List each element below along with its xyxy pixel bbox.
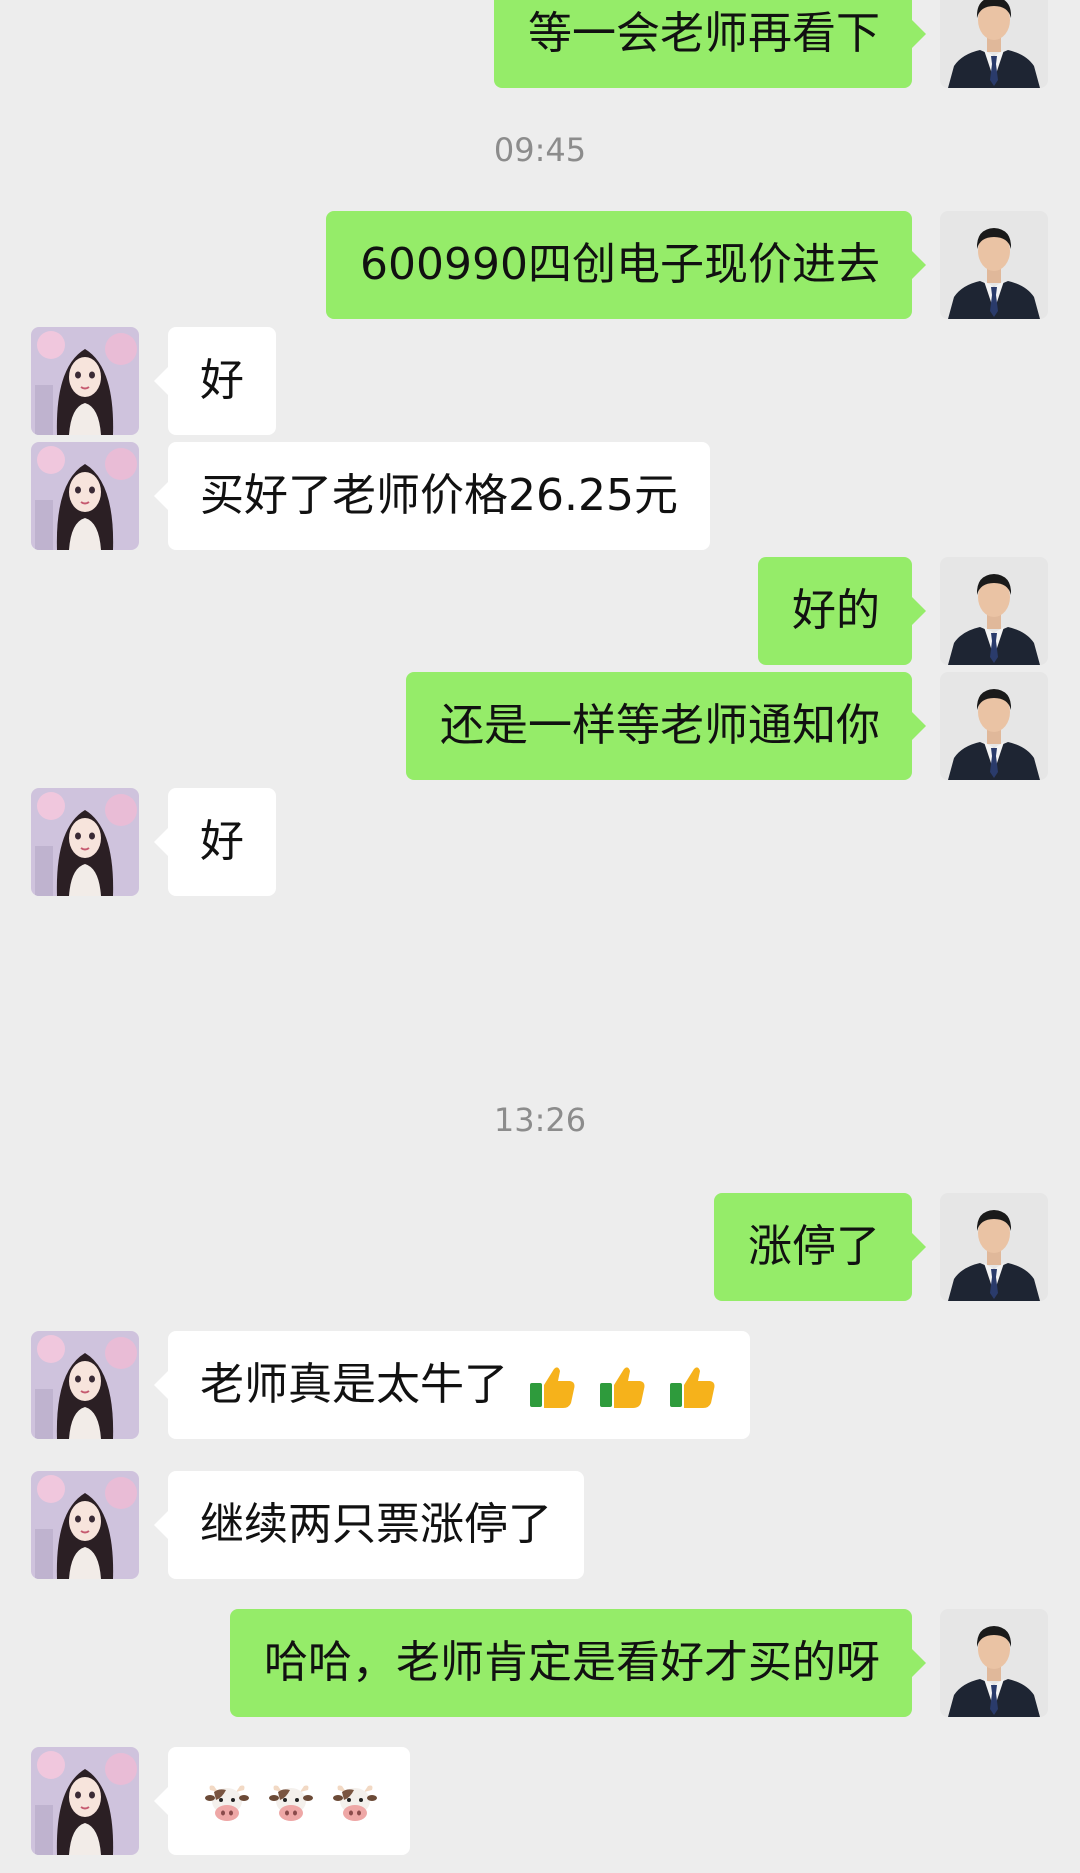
contact-avatar-client[interactable]: [31, 788, 139, 896]
cow-face-icon: [332, 1780, 378, 1826]
message-bubble-sent[interactable]: 哈哈，老师肯定是看好才买的呀: [230, 1609, 926, 1717]
message-bubble-sent[interactable]: 600990四创电子现价进去: [326, 211, 926, 319]
man-in-suit-avatar-icon: [940, 0, 1048, 88]
message-bubble-received[interactable]: 老师真是太牛了: [154, 1331, 750, 1439]
thumbs-up-icon: [666, 1361, 718, 1413]
message-text: 好: [200, 816, 244, 867]
contact-avatar-client[interactable]: [31, 442, 139, 550]
message-bubble-received[interactable]: 继续两只票涨停了: [154, 1471, 584, 1579]
contact-avatar-client[interactable]: [31, 1747, 139, 1855]
message-text: 等一会老师再看下: [528, 8, 880, 59]
message-text: 600990四创电子现价进去: [360, 239, 880, 290]
contact-avatar-client[interactable]: [31, 1471, 139, 1579]
contact-avatar-teacher[interactable]: [940, 0, 1048, 88]
message-text: 继续两只票涨停了: [200, 1499, 552, 1550]
message-text: 哈哈，老师肯定是看好才买的呀: [264, 1637, 880, 1688]
message-bubble-received[interactable]: 好: [154, 788, 276, 896]
contact-avatar-teacher[interactable]: [940, 672, 1048, 780]
cow-face-icon: [268, 1780, 314, 1826]
message-text: 涨停了: [748, 1221, 880, 1272]
woman-illustration-avatar-icon: [31, 1331, 139, 1439]
cow-face-icon: [204, 1780, 250, 1826]
contact-avatar-teacher[interactable]: [940, 557, 1048, 665]
man-in-suit-avatar-icon: [940, 211, 1048, 319]
message-text: 还是一样等老师通知你: [440, 700, 880, 751]
man-in-suit-avatar-icon: [940, 557, 1048, 665]
woman-illustration-avatar-icon: [31, 327, 139, 435]
message-text: 老师真是太牛了: [200, 1359, 508, 1410]
woman-illustration-avatar-icon: [31, 788, 139, 896]
message-text: 好: [200, 355, 244, 406]
message-bubble-sent[interactable]: 还是一样等老师通知你: [406, 672, 926, 780]
thumbs-up-icon: [526, 1361, 578, 1413]
chat-message-list: 等一会老师再看下 09:45 600990四创电子现价进去 好 买好了老师价格2…: [0, 0, 1080, 1873]
thumbs-up-icon: [596, 1361, 648, 1413]
contact-avatar-client[interactable]: [31, 327, 139, 435]
timestamp: 09:45: [493, 131, 587, 169]
timestamp: 13:26: [493, 1101, 587, 1139]
message-bubble-received[interactable]: 买好了老师价格26.25元: [154, 442, 710, 550]
man-in-suit-avatar-icon: [940, 1193, 1048, 1301]
contact-avatar-client[interactable]: [31, 1331, 139, 1439]
contact-avatar-teacher[interactable]: [940, 211, 1048, 319]
message-text: 好的: [792, 585, 880, 636]
message-bubble-received[interactable]: 好: [154, 327, 276, 435]
woman-illustration-avatar-icon: [31, 442, 139, 550]
woman-illustration-avatar-icon: [31, 1747, 139, 1855]
message-bubble-received[interactable]: [154, 1747, 410, 1855]
man-in-suit-avatar-icon: [940, 1609, 1048, 1717]
message-bubble-sent[interactable]: 好的: [758, 557, 926, 665]
message-bubble-sent[interactable]: 涨停了: [714, 1193, 926, 1301]
contact-avatar-teacher[interactable]: [940, 1609, 1048, 1717]
message-text: 买好了老师价格26.25元: [200, 470, 678, 521]
message-bubble-sent[interactable]: 等一会老师再看下: [494, 0, 926, 88]
man-in-suit-avatar-icon: [940, 672, 1048, 780]
woman-illustration-avatar-icon: [31, 1471, 139, 1579]
contact-avatar-teacher[interactable]: [940, 1193, 1048, 1301]
